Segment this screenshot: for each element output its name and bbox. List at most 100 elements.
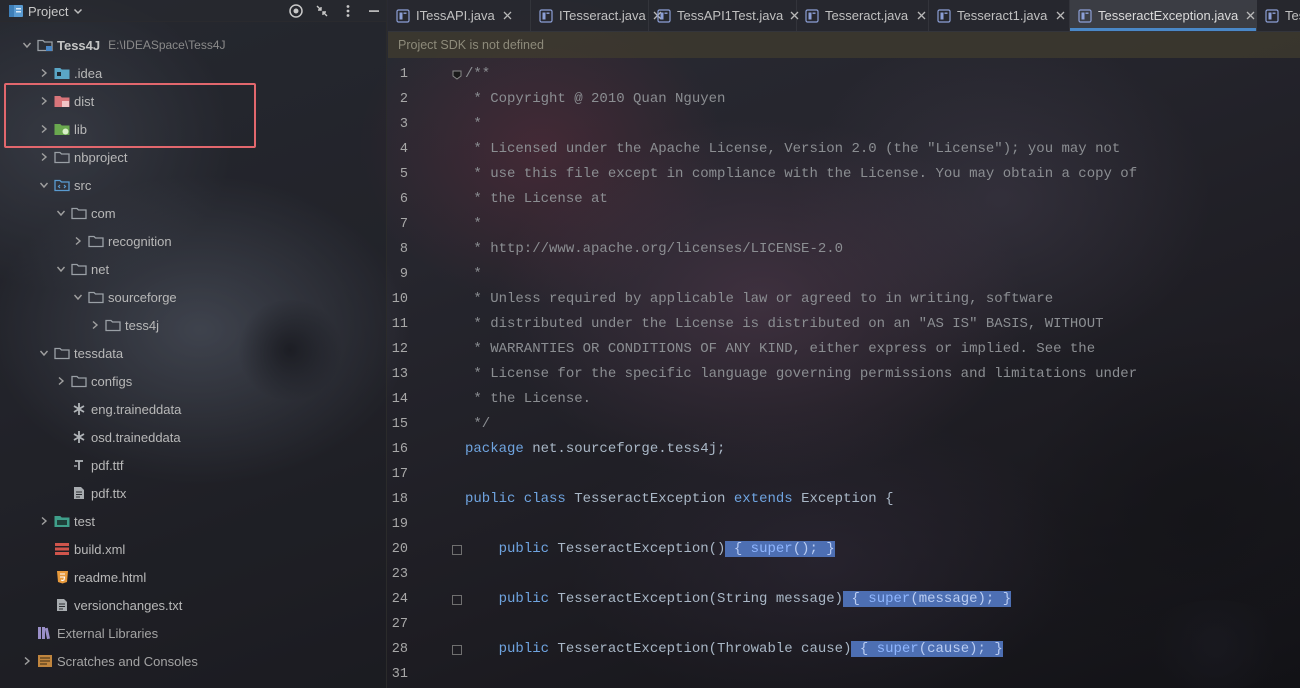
fold-marker-icon[interactable] [452,595,462,605]
chevron-right-icon[interactable] [37,150,51,164]
code-editor[interactable]: 1 /** 2 * Copyright @ 2010 Quan Nguyen 3 * 4… [388,58,1300,688]
chevron-right-icon[interactable] [37,66,51,80]
code-line[interactable]: * Copyright @ 2010 Quan Nguyen [465,87,725,112]
chevron-down-icon[interactable] [20,38,34,52]
code-line[interactable]: package net.sourceforge.tess4j; [465,437,725,462]
tree-item[interactable]: pdf.ttx [0,479,387,507]
source-folder-icon [54,177,70,193]
asterisk-file-icon [71,429,87,445]
code-line[interactable]: public TesseractException() { super(); } [465,537,835,562]
tree-item-label: lib [74,121,88,137]
code-line[interactable]: * License for the specific language gove… [465,362,1137,387]
folder-icon [71,261,87,277]
chevron-down-icon[interactable] [54,262,68,276]
code-token: /** [465,66,491,82]
code-line[interactable]: * Licensed under the Apache License, Ver… [465,137,1120,162]
code-line[interactable]: public TesseractException(Throwable caus… [465,637,1003,662]
chevron-down-icon[interactable] [37,178,51,192]
tree-item[interactable]: osd.traineddata [0,423,387,451]
folder-icon [54,345,70,361]
chevron-right-icon[interactable] [71,234,85,248]
code-line[interactable]: public TesseractException(String message… [465,587,1012,612]
chevron-down-icon[interactable] [54,206,68,220]
tree-item[interactable]: test [0,507,387,535]
fold-marker-icon[interactable] [452,70,462,80]
line-number: 2 [399,92,408,107]
editor-tab[interactable]: TesseractException.java [1070,0,1257,31]
java-file-icon [396,8,410,23]
code-line[interactable]: * [465,112,481,137]
library-folder-icon [54,121,70,137]
close-tab-icon[interactable] [502,10,514,22]
editor-tab[interactable]: Tesseract1.java [929,0,1070,31]
editor-tab[interactable]: Tesseract.java [797,0,929,31]
code-line[interactable]: * distributed under the License is distr… [465,312,1103,337]
tree-item[interactable]: net [0,255,387,283]
editor-tab[interactable]: Tes [1257,0,1300,31]
code-line[interactable]: * WARRANTIES OR CONDITIONS OF ANY KIND, … [465,337,1095,362]
code-line[interactable]: public class TesseractException extends … [465,487,894,512]
tree-item[interactable]: src [0,171,387,199]
tree-item[interactable]: build.xml [0,535,387,563]
editor-tab[interactable]: ITesseract.java [531,0,662,31]
tree-item[interactable]: Scratches and Consoles [0,647,387,675]
tree-item[interactable]: com [0,199,387,227]
pane-options-button[interactable] [335,0,361,22]
tree-item[interactable]: nbproject [0,143,387,171]
tree-item[interactable]: recognition [0,227,387,255]
chevron-down-icon[interactable] [71,290,85,304]
code-line[interactable]: /** [465,62,490,87]
code-line[interactable]: * Unless required by applicable law or a… [465,287,1053,312]
tab-label: Tesseract.java [825,8,909,23]
fold-marker-icon[interactable] [452,545,462,555]
chevron-right-icon[interactable] [37,122,51,136]
locate-file-button[interactable] [283,0,309,22]
chevron-right-icon[interactable] [54,374,68,388]
code-line[interactable]: * use this file except in compliance wit… [465,162,1137,187]
line-number: 13 [391,367,408,382]
project-view-selector[interactable]: Project [8,2,84,20]
code-line[interactable]: * the License. [465,387,591,412]
tree-item[interactable]: tess4j [0,311,387,339]
chevron-right-icon[interactable] [88,318,102,332]
code-token: * Copyright @ 2010 Quan Nguyen [465,91,726,107]
project-view-icon [8,4,24,18]
editor-tab[interactable]: TessAPI1Test.java [649,0,799,31]
tree-item[interactable]: External Libraries [0,619,387,647]
code-line[interactable]: */ [465,412,490,437]
hide-pane-button[interactable] [361,0,387,22]
tree-item[interactable]: pdf.ttf [0,451,387,479]
editor-tab[interactable]: ITessAPI.java [388,0,531,31]
tree-item[interactable]: tessdata [0,339,387,367]
code-token: * Unless required by applicable law or a… [465,291,1054,307]
tree-item[interactable]: dist [0,87,387,115]
tree-item[interactable]: versionchanges.txt [0,591,387,619]
chevron-right-icon[interactable] [37,514,51,528]
tree-item[interactable]: lib [0,115,387,143]
code-line[interactable]: * the License at [465,187,607,212]
close-tab-icon[interactable] [1245,10,1256,22]
idea-folder-icon [54,65,70,81]
fold-marker-icon[interactable] [452,645,462,655]
code-line[interactable]: * http://www.apache.org/licenses/LICENSE… [465,237,843,262]
tree-item[interactable]: Tess4J E:\IDEASpace\Tess4J [0,31,387,59]
tree-item[interactable]: configs [0,367,387,395]
code-line[interactable]: * [465,262,481,287]
chevron-right-icon[interactable] [37,94,51,108]
folder-icon [88,233,104,249]
tree-item[interactable]: sourceforge [0,283,387,311]
project-tool-window: Project Tess4J E:\IDEASpace\Tess4J .idea… [0,0,387,688]
tree-item[interactable]: .idea [0,59,387,87]
close-tab-icon[interactable] [1054,10,1066,22]
collapse-all-button[interactable] [309,0,335,22]
tree-item[interactable]: eng.traineddata [0,395,387,423]
code-line[interactable]: * [465,212,481,237]
chevron-down-icon[interactable] [37,346,51,360]
code-token: public [498,541,558,557]
tree-item[interactable]: readme.html [0,563,387,591]
chevron-right-icon[interactable] [20,654,34,668]
close-tab-icon[interactable] [915,10,927,22]
